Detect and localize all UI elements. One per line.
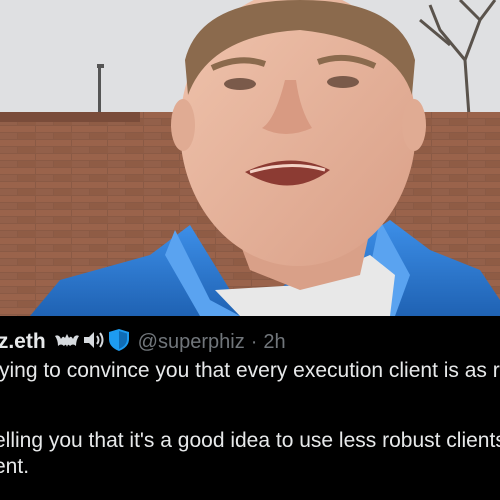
- username-handle[interactable]: @superphiz: [138, 331, 245, 354]
- speaker-icon: [82, 328, 106, 357]
- tweet-card: iz.eth @superphiz ·: [0, 316, 500, 500]
- lamp-post: [98, 66, 101, 114]
- display-name[interactable]: iz.eth: [0, 330, 46, 354]
- name-emojis: [54, 328, 130, 357]
- timestamp[interactable]: 2h: [263, 331, 285, 354]
- tweet-text-line: ent.: [0, 455, 30, 478]
- shield-icon: [108, 328, 130, 357]
- separator-dot: ·: [250, 330, 258, 353]
- tweet-text-line: elling you that it's a good idea to use …: [0, 429, 500, 452]
- bat-icon: [54, 330, 80, 355]
- video-frame: [0, 0, 500, 316]
- tweet-header: iz.eth @superphiz ·: [0, 328, 286, 356]
- tweet-text-line: rying to convince you that every executi…: [0, 359, 500, 382]
